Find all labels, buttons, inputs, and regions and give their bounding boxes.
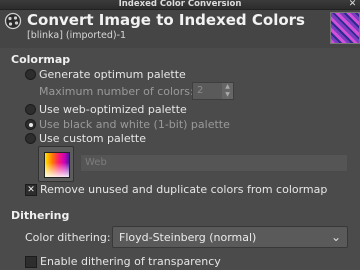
remove-unused-checkbox-row[interactable]: ✕ Remove unused and duplicate colors fro… (25, 183, 327, 196)
radio-button[interactable] (25, 69, 36, 80)
radio-label: Use web-optimized palette (39, 103, 187, 116)
dialog-title: Convert Image to Indexed Colors (27, 11, 305, 29)
convert-indexed-icon (4, 12, 22, 30)
close-icon[interactable]: ✕ (347, 0, 358, 9)
max-colors-value[interactable]: 2 (197, 85, 203, 96)
image-name: [blinka] (imported)-1 (27, 30, 127, 41)
radio-web-optimized[interactable]: Use web-optimized palette (25, 103, 187, 116)
color-dithering-value: Floyd-Steinberg (normal) (119, 231, 257, 244)
max-colors-spinner[interactable]: 2 ▲ ▼ (192, 82, 234, 100)
palette-name-field[interactable]: Web (80, 154, 348, 172)
radio-button[interactable] (25, 104, 36, 115)
image-thumbnail (330, 12, 360, 44)
radio-label: Use black and white (1-bit) palette (39, 118, 230, 131)
dithering-section-label: Dithering (11, 209, 70, 222)
checkbox-unchecked-icon[interactable] (25, 255, 37, 268)
spin-down-icon[interactable]: ▼ (222, 91, 233, 99)
max-colors-label: Maximum number of colors: (39, 85, 194, 98)
palette-preview (44, 152, 70, 178)
remove-unused-label: Remove unused and duplicate colors from … (40, 183, 328, 196)
palette-select-button[interactable] (38, 146, 74, 182)
transparency-dither-label: Enable dithering of transparency (40, 255, 221, 268)
radio-button[interactable] (25, 133, 36, 144)
window-titlebar: Indexed Color Conversion ✕ (0, 0, 360, 10)
radio-label: Generate optimum palette (39, 68, 186, 81)
radio-button[interactable] (25, 119, 36, 130)
color-dithering-text: Color dithering: (25, 231, 111, 244)
spin-up-icon[interactable]: ▲ (222, 83, 233, 91)
max-colors-text: Maximum number of colors: (39, 85, 194, 98)
radio-generate-optimum[interactable]: Generate optimum palette (25, 68, 186, 81)
chevron-down-icon[interactable]: ⌄ (331, 230, 341, 244)
color-dithering-select[interactable]: Floyd-Steinberg (normal) ⌄ (112, 226, 348, 248)
dialog-header: Convert Image to Indexed Colors [blinka]… (0, 10, 360, 48)
window-title: Indexed Color Conversion (118, 0, 242, 9)
color-dithering-label: Color dithering: (25, 231, 111, 244)
checkbox-checked-icon[interactable]: ✕ (25, 183, 37, 196)
radio-custom-palette[interactable]: Use custom palette (25, 132, 146, 145)
colormap-section-label: Colormap (11, 53, 71, 66)
radio-black-white[interactable]: Use black and white (1-bit) palette (25, 118, 230, 131)
radio-label: Use custom palette (39, 132, 146, 145)
transparency-dither-checkbox-row[interactable]: Enable dithering of transparency (25, 255, 221, 268)
